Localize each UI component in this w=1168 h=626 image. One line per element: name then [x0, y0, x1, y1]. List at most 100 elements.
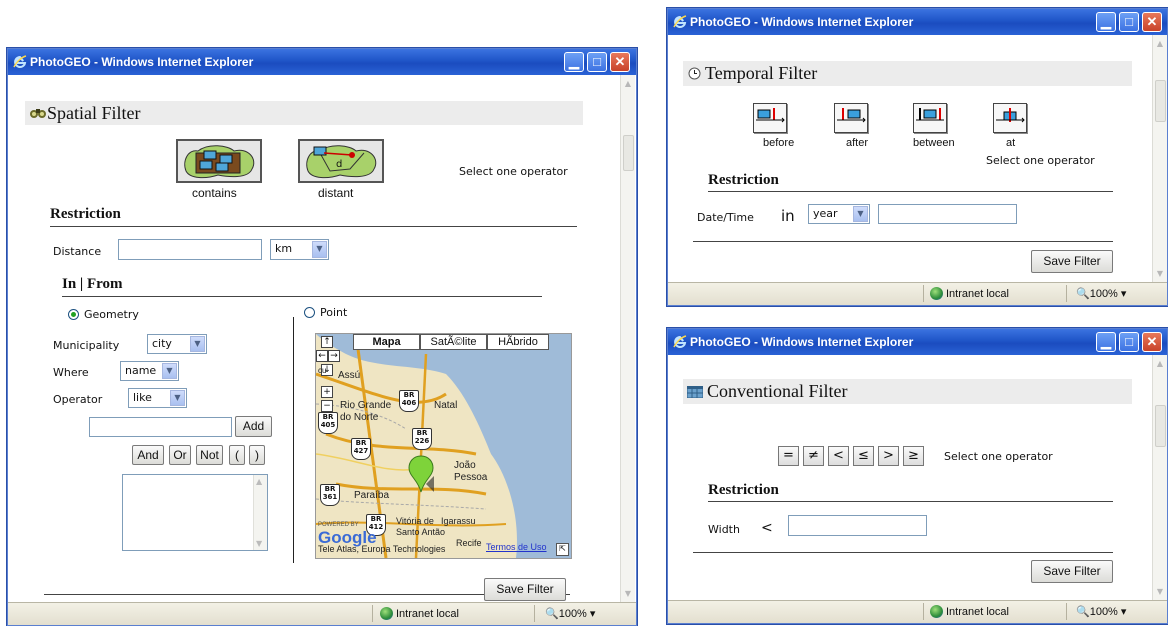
point-radio[interactable]	[304, 307, 315, 318]
temporal-section-header: Temporal Filter	[683, 61, 1132, 86]
less-than-operator-button[interactable]: <	[828, 446, 849, 466]
and-button[interactable]: And	[132, 445, 164, 465]
where-value: name	[125, 364, 157, 377]
zoom-out-button[interactable]: −	[321, 400, 333, 412]
scroll-thumb[interactable]	[1155, 80, 1166, 122]
date-input[interactable]	[878, 204, 1017, 224]
map-label-paraiba: Paraíba	[354, 490, 390, 501]
not-equals-operator-button[interactable]: ≠	[803, 446, 824, 466]
temporal-content: Temporal Filter before after between at …	[668, 35, 1152, 283]
distant-operator-button[interactable]: d	[298, 139, 384, 183]
open-paren-button[interactable]: (	[229, 445, 245, 465]
title-bar[interactable]: PhotoGEO - Windows Internet Explorer ▁ □…	[8, 49, 636, 75]
shield-top: BR	[324, 485, 336, 493]
zoom-value: 100%	[1089, 606, 1118, 618]
time-unit-select[interactable]: year ▼	[808, 204, 870, 224]
where-select[interactable]: name ▼	[120, 361, 179, 381]
map-marker-icon[interactable]	[408, 454, 434, 494]
map-terms-link[interactable]: Termos de Uso	[486, 542, 547, 552]
or-button[interactable]: Or	[169, 445, 191, 465]
security-zone: Intranet local	[930, 287, 1009, 300]
width-input[interactable]	[788, 515, 927, 536]
vertical-scrollbar[interactable]: ▲ ▼	[1152, 355, 1167, 601]
scroll-down-icon[interactable]: ▼	[1154, 585, 1166, 599]
map-label-joao: João	[454, 460, 476, 471]
in-from-heading: In | From	[62, 276, 123, 292]
greater-equal-operator-button[interactable]: ≥	[903, 446, 924, 466]
pan-left-button[interactable]: ←	[316, 350, 328, 362]
title-bar[interactable]: PhotoGEO - Windows Internet Explorer ▁ □…	[668, 9, 1167, 35]
distance-unit-select[interactable]: km ▼	[270, 239, 329, 260]
page-title: Spatial Filter	[47, 103, 141, 123]
zoom-magnifier-icon: 🔍	[1076, 288, 1090, 300]
textarea-scrollbar[interactable]: ▲ ▼	[253, 475, 267, 550]
maximize-button[interactable]: □	[1119, 12, 1139, 32]
shield-top: BR	[403, 391, 415, 399]
close-button[interactable]: ✕	[610, 52, 630, 72]
operator-value: like	[133, 391, 152, 404]
greater-than-operator-button[interactable]: >	[878, 446, 899, 466]
pan-right-button[interactable]: →	[328, 350, 340, 362]
geometry-radio[interactable]	[68, 309, 79, 320]
map-label-recife: Recife	[456, 538, 482, 548]
add-button[interactable]: Add	[235, 416, 272, 437]
map-overview-toggle[interactable]: ⇱	[556, 543, 569, 556]
save-filter-button[interactable]: Save Filter	[1031, 560, 1113, 583]
scroll-down-icon[interactable]: ▼	[1154, 267, 1166, 281]
contains-operator-button[interactable]	[176, 139, 262, 183]
save-filter-button[interactable]: Save Filter	[484, 578, 566, 601]
zoom-dropdown-icon: ▾	[1120, 288, 1127, 300]
between-operator-button[interactable]	[913, 103, 947, 133]
map-type-tab-satellite[interactable]: SatÃ©lite	[420, 334, 487, 350]
not-button[interactable]: Not	[196, 445, 223, 465]
at-operator-button[interactable]	[993, 103, 1027, 133]
minimize-button[interactable]: ▁	[564, 52, 584, 72]
vertical-scrollbar[interactable]: ▲ ▼	[620, 75, 635, 603]
map-type-tab-hybrid[interactable]: HÃbrido	[487, 334, 549, 350]
scroll-thumb[interactable]	[1155, 405, 1166, 447]
map-label-cu: cu	[318, 366, 327, 375]
close-paren-button[interactable]: )	[249, 445, 265, 465]
operator-select[interactable]: like ▼	[128, 388, 187, 408]
restriction-heading: Restriction	[50, 206, 121, 222]
status-divider	[923, 603, 924, 620]
conventional-window: PhotoGEO - Windows Internet Explorer ▁ □…	[667, 328, 1168, 624]
scroll-thumb[interactable]	[623, 135, 634, 171]
scroll-up-icon[interactable]: ▲	[1154, 37, 1166, 51]
chevron-down-icon: ▼	[312, 241, 327, 258]
less-equal-operator-button[interactable]: ≤	[853, 446, 874, 466]
after-operator-button[interactable]	[834, 103, 868, 133]
map-view[interactable]: Mapa SatÃ©lite HÃbrido ↑ ← → ↓ + − cu As…	[315, 333, 572, 559]
minimize-icon: ▁	[569, 54, 579, 69]
zoom-magnifier-icon: 🔍	[545, 608, 559, 620]
scroll-down-icon[interactable]: ▼	[622, 587, 634, 601]
municipality-select[interactable]: city ▼	[147, 334, 207, 354]
zoom-level[interactable]: 🔍100% ▾	[545, 607, 595, 620]
close-button[interactable]: ✕	[1142, 332, 1162, 352]
equals-operator-button[interactable]: =	[778, 446, 799, 466]
value-input[interactable]	[89, 417, 232, 437]
pan-up-button[interactable]: ↑	[321, 336, 333, 348]
status-bar: Intranet local 🔍100% ▾	[8, 602, 636, 625]
title-bar[interactable]: PhotoGEO - Windows Internet Explorer ▁ □…	[668, 329, 1167, 355]
scroll-up-icon[interactable]: ▲	[622, 77, 634, 91]
maximize-icon: □	[593, 54, 601, 69]
minimize-button[interactable]: ▁	[1096, 332, 1116, 352]
maximize-button[interactable]: □	[587, 52, 607, 72]
distance-input[interactable]	[118, 239, 262, 260]
close-button[interactable]: ✕	[1142, 12, 1162, 32]
vertical-scrollbar[interactable]: ▲ ▼	[1152, 35, 1167, 283]
zoom-in-button[interactable]: +	[321, 386, 333, 398]
map-type-tab-mapa[interactable]: Mapa	[353, 334, 420, 350]
expression-textarea[interactable]: ▲ ▼	[122, 474, 268, 551]
before-operator-button[interactable]	[753, 103, 787, 133]
save-filter-button[interactable]: Save Filter	[1031, 250, 1113, 273]
datetime-label: Date/Time	[697, 211, 754, 224]
scroll-up-icon[interactable]: ▲	[1154, 357, 1166, 371]
maximize-button[interactable]: □	[1119, 332, 1139, 352]
page-title: Conventional Filter	[707, 381, 848, 401]
zoom-level[interactable]: 🔍100% ▾	[1076, 287, 1126, 300]
zoom-level[interactable]: 🔍100% ▾	[1076, 605, 1126, 618]
minimize-button[interactable]: ▁	[1096, 12, 1116, 32]
chevron-down-icon: ▼	[853, 206, 868, 222]
